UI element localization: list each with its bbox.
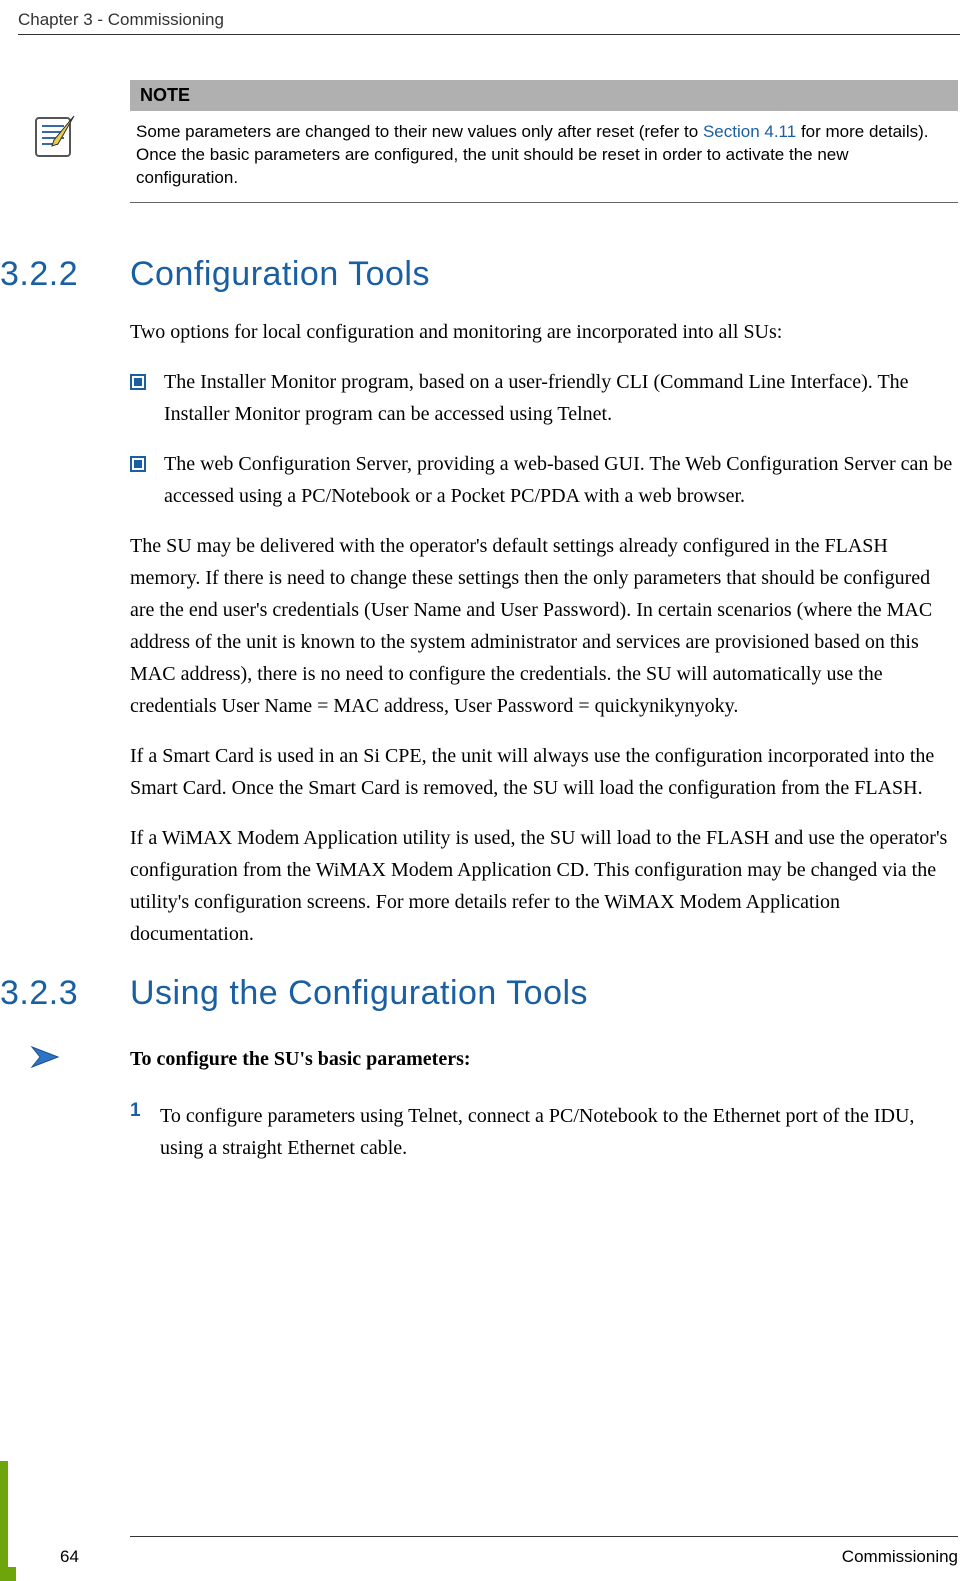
- list-item: The web Configuration Server, providing …: [130, 448, 958, 512]
- step-item: 1 To configure parameters using Telnet, …: [130, 1100, 958, 1164]
- step-number: 1: [130, 1100, 154, 1164]
- header-rule: [18, 34, 960, 35]
- list-item: The Installer Monitor program, based on …: [130, 366, 958, 430]
- footer-stripe: [8, 1567, 16, 1581]
- intro-paragraph: Two options for local configuration and …: [130, 316, 958, 348]
- bullet-icon: [130, 456, 146, 472]
- bullet-text: The Installer Monitor program, based on …: [164, 366, 958, 430]
- note-container: NOTE Some parameters are changed to thei…: [130, 80, 958, 203]
- arrow-icon: [30, 1043, 74, 1076]
- note-text-pre: Some parameters are changed to their new…: [136, 122, 703, 141]
- footer-section: Commissioning: [842, 1547, 958, 1567]
- heading-3-2-2: 3.2.2 Configuration Tools: [130, 255, 958, 294]
- note-box: NOTE Some parameters are changed to thei…: [130, 80, 958, 231]
- bullet-text: The web Configuration Server, providing …: [164, 448, 958, 512]
- heading-number: 3.2.3: [0, 974, 120, 1013]
- step-text: To configure parameters using Telnet, co…: [160, 1100, 958, 1164]
- page-number: 64: [60, 1547, 79, 1567]
- body-paragraph: If a WiMAX Modem Application utility is …: [130, 822, 958, 950]
- body-paragraph: The SU may be delivered with the operato…: [130, 530, 958, 722]
- section-link[interactable]: Section 4.11: [703, 122, 796, 141]
- page-footer: 64 Commissioning: [60, 1547, 958, 1567]
- footer-stripe: [0, 1461, 8, 1581]
- procedure-heading: To configure the SU's basic parameters:: [130, 1043, 958, 1076]
- heading-title: Configuration Tools: [130, 255, 430, 293]
- heading-3-2-3: 3.2.3 Using the Configuration Tools: [130, 974, 958, 1013]
- chapter-line: Chapter 3 - Commissioning: [18, 10, 224, 29]
- note-body: Some parameters are changed to their new…: [130, 111, 958, 202]
- heading-number: 3.2.2: [0, 255, 120, 294]
- heading-title: Using the Configuration Tools: [130, 974, 588, 1012]
- note-label: NOTE: [130, 80, 958, 111]
- note-icon: [30, 112, 78, 165]
- body-paragraph: If a Smart Card is used in an Si CPE, th…: [130, 740, 958, 804]
- bullet-icon: [130, 374, 146, 390]
- page-header: Chapter 3 - Commissioning: [18, 10, 960, 30]
- page-content: NOTE Some parameters are changed to thei…: [0, 80, 978, 1186]
- procedure-title: To configure the SU's basic parameters:: [130, 1048, 471, 1071]
- footer-rule: [130, 1536, 958, 1537]
